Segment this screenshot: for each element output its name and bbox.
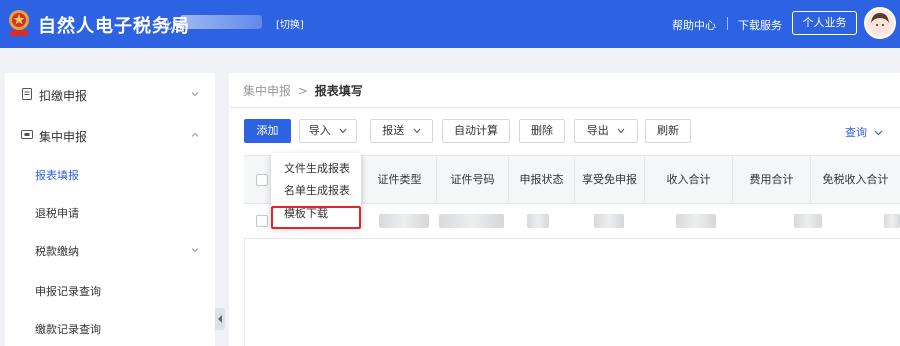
sidebar-subitem-declare-records[interactable]: 申报记录查询 — [5, 271, 215, 311]
breadcrumb-divider — [229, 107, 900, 108]
chevron-down-icon — [339, 128, 347, 134]
nav-divider — [727, 17, 728, 30]
import-button-label: 导入 — [308, 124, 331, 137]
sidebar-subitem-refund[interactable]: 退税申请 — [5, 193, 215, 233]
menu-item-list-generate[interactable]: 名单生成报表 — [271, 180, 361, 202]
refresh-button-label: 刷新 — [657, 124, 679, 137]
chevron-down-icon — [191, 248, 199, 253]
download-service-link[interactable]: 下载服务 — [738, 17, 782, 33]
breadcrumb-current: 报表填写 — [314, 84, 363, 98]
redacted-cell — [439, 214, 504, 228]
column-header: 免税收入合计 — [810, 156, 900, 203]
document-icon — [22, 88, 32, 100]
sidebar-item-label: 集中申报 — [39, 130, 88, 144]
sidebar-subitem-label: 税款缴纳 — [35, 245, 79, 258]
breadcrumb-root[interactable]: 集中申报 — [243, 84, 291, 98]
switch-region-link[interactable]: [切换] — [276, 16, 304, 31]
breadcrumb-separator: > — [297, 84, 308, 98]
user-avatar[interactable] — [864, 7, 896, 39]
help-center-link[interactable]: 帮助中心 — [672, 17, 716, 33]
add-button-label: 添加 — [256, 124, 279, 137]
redacted-cell — [527, 214, 549, 228]
chevron-down-icon — [617, 128, 625, 134]
submit-button-label: 报送 — [382, 124, 405, 137]
column-header: 享受免申报 — [574, 156, 644, 203]
tax-emblem-icon — [9, 10, 29, 36]
chevron-down-icon — [413, 128, 421, 134]
sidebar-subitem-payment-records[interactable]: 缴款记录查询 — [5, 309, 215, 346]
add-button[interactable]: 添加 — [244, 119, 291, 143]
sidebar-subitem-label: 缴款记录查询 — [35, 323, 101, 336]
sidebar-collapse-handle[interactable] — [215, 308, 225, 330]
top-header: 自然人电子税务局 北京 [切换] 帮助中心 下载服务 个人业务 — [0, 0, 900, 48]
sidebar-subitem-label: 申报记录查询 — [35, 285, 101, 298]
column-header: 证件类型 — [362, 156, 436, 203]
sidebar-subitem-label: 退税申请 — [35, 207, 79, 220]
sidebar-subitem-label: 报表填报 — [35, 169, 79, 182]
chevron-down-icon — [191, 92, 199, 97]
redacted-cell — [676, 214, 716, 228]
row-checkbox[interactable] — [256, 215, 268, 227]
region-blurred — [180, 15, 262, 29]
table-body — [244, 239, 900, 346]
export-button-label: 导出 — [586, 124, 609, 137]
sidebar-item-centralized[interactable]: 集中申报 — [5, 116, 215, 156]
refresh-button[interactable]: 刷新 — [645, 119, 691, 143]
redacted-cell — [794, 214, 822, 228]
delete-button[interactable]: 删除 — [519, 119, 565, 143]
chevron-up-icon — [191, 132, 199, 137]
sidebar-item-label: 扣缴申报 — [39, 89, 88, 103]
column-header: 费用合计 — [732, 156, 810, 203]
breadcrumb: 集中申报 > 报表填写 — [243, 82, 363, 99]
sidebar: 扣缴申报 集中申报 报表填报 退税申请 税款缴纳 申报记录查询 缴款记录查询 — [5, 73, 215, 346]
chevron-left-icon — [218, 315, 222, 323]
auto-calc-button[interactable]: 自动计算 — [442, 119, 510, 143]
redacted-cell — [379, 214, 429, 228]
auto-calc-button-label: 自动计算 — [454, 124, 498, 137]
column-header: 申报状态 — [508, 156, 574, 203]
region-name: 北京 — [162, 21, 182, 32]
sidebar-subitem-payment[interactable]: 税款缴纳 — [5, 231, 215, 271]
chevron-down-icon — [874, 130, 882, 136]
query-toggle[interactable]: 查询 — [845, 124, 883, 140]
export-button[interactable]: 导出 — [574, 119, 638, 143]
sidebar-item-withholding[interactable]: 扣缴申报 — [5, 75, 215, 115]
import-button[interactable]: 导入 — [299, 119, 357, 143]
submit-button[interactable]: 报送 — [370, 119, 433, 143]
query-label: 查询 — [845, 126, 867, 139]
personal-business-button[interactable]: 个人业务 — [792, 11, 857, 35]
sidebar-subitem-report-fill[interactable]: 报表填报 — [5, 155, 215, 195]
avatar-face-icon — [871, 13, 889, 33]
delete-button-label: 删除 — [531, 124, 553, 137]
redacted-cell — [594, 214, 624, 228]
select-all-checkbox[interactable] — [256, 174, 268, 186]
column-header: 证件号码 — [436, 156, 508, 203]
monitor-icon — [21, 130, 33, 139]
template-download-highlight — [271, 206, 361, 229]
column-header: 收入合计 — [644, 156, 732, 203]
menu-item-file-generate[interactable]: 文件生成报表 — [271, 158, 361, 180]
redacted-cell — [884, 214, 900, 228]
